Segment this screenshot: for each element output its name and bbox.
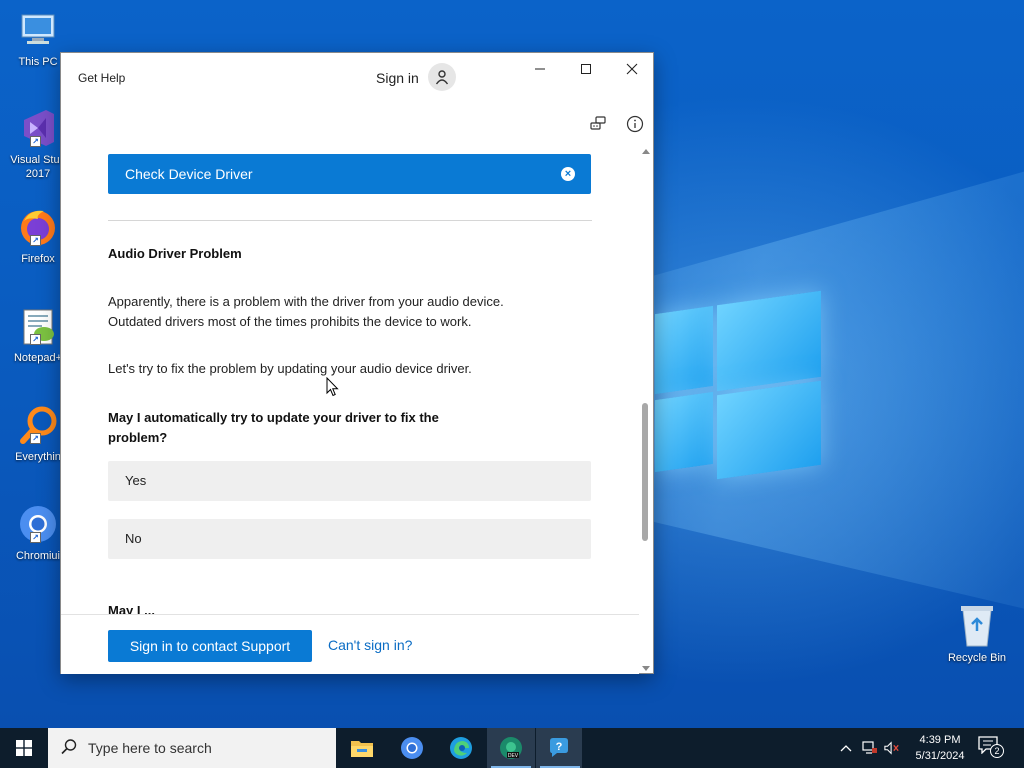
section-title: Audio Driver Problem	[108, 246, 242, 261]
svg-text:DEV: DEV	[508, 753, 519, 759]
taskbar-edge-dev[interactable]: DEV	[487, 728, 535, 768]
edge-icon	[450, 737, 472, 759]
everything-search-icon: ↗	[16, 403, 60, 447]
recycle-bin-icon	[955, 602, 999, 648]
avatar[interactable]	[428, 63, 456, 91]
taskbar-file-explorer[interactable]	[338, 728, 386, 768]
visual-studio-icon: ↗	[16, 106, 60, 150]
chip-label: Check Device Driver	[125, 166, 253, 182]
windows-wallpaper-logo	[655, 290, 823, 480]
sign-in-contact-support-button[interactable]: Sign in to contact Support	[108, 630, 312, 662]
paragraph-line: Outdated drivers most of the times prohi…	[108, 314, 472, 329]
maximize-button[interactable]	[563, 53, 609, 85]
start-button[interactable]	[0, 728, 48, 768]
taskbar-chromium[interactable]	[388, 728, 436, 768]
volume-muted-icon[interactable]	[884, 740, 900, 756]
remove-icon[interactable]: ×	[561, 167, 575, 181]
taskbar-edge[interactable]	[437, 728, 485, 768]
chromium-icon: ↗	[16, 502, 60, 546]
maximize-icon	[581, 64, 591, 74]
clock-time: 4:39 PM	[919, 734, 961, 746]
action-center-button[interactable]: 2	[978, 736, 1012, 760]
chat-icon[interactable]	[587, 113, 609, 135]
sign-in-link[interactable]: Sign in	[376, 70, 419, 86]
chromium-icon	[401, 737, 423, 759]
scroll-down-arrow-icon[interactable]	[642, 666, 650, 671]
option-label: No	[125, 531, 142, 546]
shortcut-arrow-icon: ↗	[30, 532, 41, 543]
search-placeholder: Type here to search	[88, 740, 212, 756]
notepad-plus-icon: ↗	[16, 304, 60, 348]
taskbar-get-help[interactable]: ?	[536, 728, 582, 768]
svg-text:?: ?	[556, 741, 563, 753]
conversation-area: Check Device Driver × Audio Driver Probl…	[61, 148, 639, 614]
person-icon	[435, 70, 449, 85]
close-icon	[626, 63, 638, 75]
shortcut-arrow-icon: ↗	[30, 235, 41, 246]
scrollbar[interactable]	[641, 149, 651, 671]
shortcut-arrow-icon: ↗	[30, 334, 41, 345]
info-icon[interactable]	[624, 113, 646, 135]
scroll-thumb[interactable]	[642, 403, 648, 541]
minimize-button[interactable]	[517, 53, 563, 85]
folder-icon	[351, 741, 373, 757]
divider	[108, 220, 592, 221]
show-hidden-icons-chevron-icon[interactable]	[838, 740, 854, 756]
search-icon	[60, 738, 78, 759]
system-clock[interactable]: 4:39 PM 5/31/2024	[906, 732, 974, 764]
network-icon[interactable]	[862, 740, 878, 756]
recycle-bin-label: Recycle Bin	[947, 652, 1007, 664]
edge-dev-icon: DEV	[500, 737, 522, 759]
option-yes-button[interactable]: Yes	[108, 461, 591, 501]
mouse-cursor-icon	[326, 376, 340, 402]
option-no-button[interactable]: No	[108, 519, 591, 559]
scroll-up-arrow-icon[interactable]	[642, 149, 650, 154]
get-help-icon: ?	[550, 738, 568, 757]
minimize-icon	[535, 68, 545, 70]
shortcut-arrow-icon: ↗	[30, 136, 41, 147]
cant-sign-in-link[interactable]: Can't sign in?	[328, 637, 412, 653]
footer: Sign in to contact Support Can't sign in…	[61, 614, 639, 674]
clock-date: 5/31/2024	[915, 750, 965, 762]
close-button[interactable]	[609, 53, 655, 85]
shortcut-arrow-icon: ↗	[30, 433, 41, 444]
question-text: May I automatically try to update your d…	[108, 408, 488, 448]
question-line: problem?	[108, 430, 168, 445]
firefox-icon: ↗	[16, 205, 60, 249]
taskbar: Type here to search DEV ? 4:39 PM 5/31/2…	[0, 728, 1024, 768]
selected-topic-chip: Check Device Driver ×	[108, 154, 591, 194]
taskbar-search-box[interactable]: Type here to search	[48, 728, 336, 768]
title-bar: Get Help Sign in	[61, 53, 653, 101]
get-help-window: Get Help Sign in Check Device Driver × A…	[60, 52, 654, 674]
app-title: Get Help	[78, 71, 126, 85]
desktop-icon-recycle-bin[interactable]: Recycle Bin	[940, 602, 1014, 664]
computer-icon	[16, 8, 60, 52]
question-line: May I automatically try to update your d…	[108, 410, 439, 425]
option-label: Yes	[125, 473, 147, 488]
paragraph-fix-suggestion: Let's try to fix the problem by updating…	[108, 361, 472, 376]
clipped-next-message: May I ...	[108, 603, 155, 614]
paragraph-line: Apparently, there is a problem with the …	[108, 294, 504, 309]
notification-count-badge: 2	[990, 744, 1004, 758]
windows-icon	[16, 740, 32, 756]
